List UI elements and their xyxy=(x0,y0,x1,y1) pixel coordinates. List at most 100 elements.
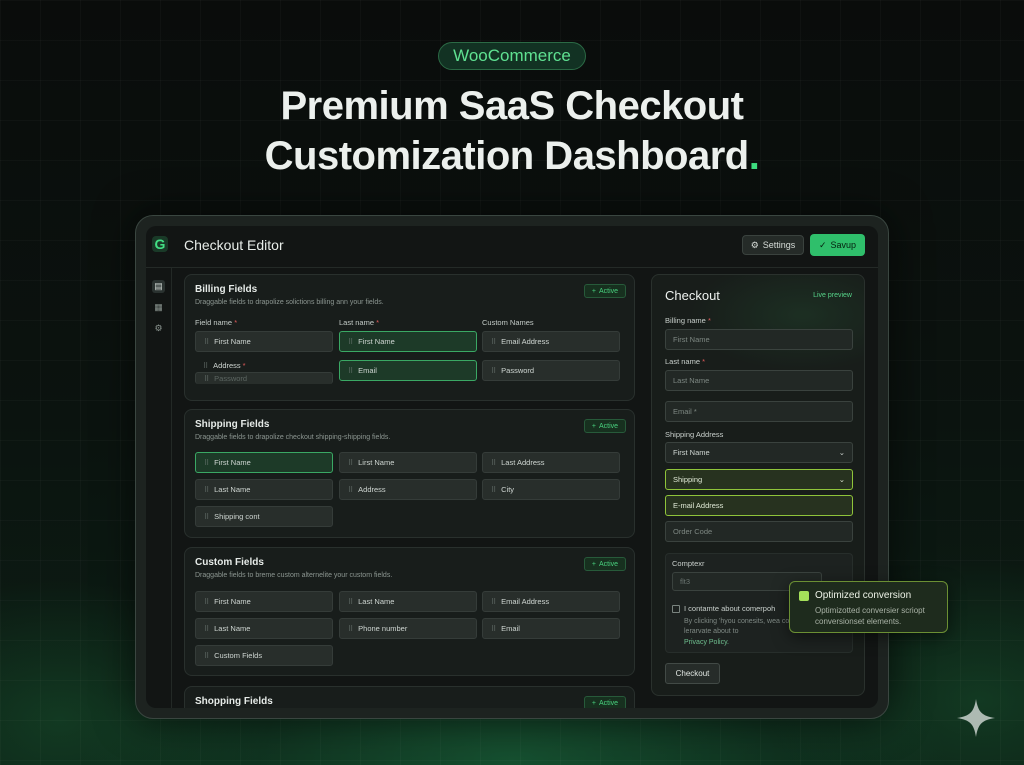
draggable-field[interactable]: ⠿ Custom Fields xyxy=(195,645,333,666)
drag-handle-icon[interactable]: ⠿ xyxy=(204,459,209,467)
hero-title-dot: . xyxy=(748,134,760,178)
drag-handle-icon[interactable]: ⠿ xyxy=(491,367,496,375)
card-title: Custom Fields xyxy=(195,557,264,568)
settings-button[interactable]: ⚙ Settings xyxy=(742,235,804,255)
live-preview-label: Live preview xyxy=(813,292,852,299)
field-label: Phone number xyxy=(358,624,408,633)
draggable-field[interactable]: ⠿ Shipping cont xyxy=(195,506,333,527)
first-name-input[interactable]: First Name xyxy=(665,329,853,350)
required-marker: * xyxy=(234,318,238,327)
draggable-field[interactable]: ⠿ Lirst Name xyxy=(339,452,477,473)
drag-handle-icon[interactable]: ⠿ xyxy=(491,459,496,467)
draggable-field[interactable]: ⠿ Phone number xyxy=(339,618,477,639)
shopping-fields-card: Shopping Fields + Active xyxy=(184,686,635,708)
last-name-input[interactable]: Last Name xyxy=(665,370,853,391)
draggable-field[interactable]: ⠿ Last Name xyxy=(339,591,477,612)
required-marker: * xyxy=(242,361,246,370)
drag-handle-icon[interactable]: ⠿ xyxy=(491,598,496,606)
field-label: Last Name xyxy=(358,597,395,606)
columns-icon[interactable]: ▦ xyxy=(152,301,165,314)
drag-handle-icon[interactable]: ⠿ xyxy=(348,459,353,467)
drag-handle-icon[interactable]: ⠿ xyxy=(491,486,496,494)
draggable-field-ghost[interactable]: ⠿ Password xyxy=(195,372,333,384)
app-logo-icon: G xyxy=(152,236,168,252)
drag-handle-icon[interactable]: ⠿ xyxy=(491,338,496,346)
page-title: Checkout Editor xyxy=(184,237,284,253)
drag-handle-icon[interactable]: ⠿ xyxy=(348,338,353,346)
draggable-field[interactable]: ⠿ Password xyxy=(482,360,620,381)
select-value: First Name xyxy=(673,448,710,457)
field-label: First Name xyxy=(214,458,251,467)
badge-label: Active xyxy=(599,287,619,295)
required-marker: * xyxy=(707,316,711,325)
drag-handle-icon[interactable]: ⠿ xyxy=(204,598,209,606)
draggable-field[interactable]: ⠿ Last Name xyxy=(195,618,333,639)
active-badge[interactable]: + Active xyxy=(584,696,626,708)
email-input[interactable]: Email * xyxy=(665,401,853,422)
field-label: Password xyxy=(501,366,535,375)
billing-name-label: Billing name * xyxy=(665,316,711,325)
active-badge[interactable]: + Active xyxy=(584,557,626,571)
drag-handle-icon[interactable]: ⠿ xyxy=(204,625,209,633)
drag-handle-icon[interactable]: ⠿ xyxy=(204,338,209,346)
checkout-button[interactable]: Checkout xyxy=(665,663,720,684)
shipping-fields-card: Shipping Fields Draggable fields to drap… xyxy=(184,409,635,538)
required-marker: * xyxy=(376,318,380,327)
sidebar: ▤ ▦ ⚙ xyxy=(146,268,172,708)
drag-handle-icon[interactable]: ⠿ xyxy=(348,367,353,375)
shipping-select[interactable]: Shipping ⌄ xyxy=(665,469,853,490)
drag-handle-icon[interactable]: ⠿ xyxy=(348,486,353,494)
draggable-field[interactable]: ⠿ Last Name xyxy=(195,479,333,500)
field-label: Lirst Name xyxy=(358,458,395,467)
field-label: Last Name xyxy=(214,624,251,633)
draggable-field[interactable]: ⠿ First Name xyxy=(195,331,333,352)
consent-checkbox[interactable] xyxy=(672,605,680,613)
field-label: Email xyxy=(501,624,520,633)
draggable-field[interactable]: ⠿ Address xyxy=(339,479,477,500)
drag-handle-icon[interactable]: ⠿ xyxy=(204,513,209,521)
plus-icon: + xyxy=(591,699,597,707)
badge-label: Active xyxy=(599,699,619,707)
drag-handle-icon[interactable]: ⠿ xyxy=(348,625,353,633)
field-label: Email Address xyxy=(501,337,550,346)
draggable-field[interactable]: ⠿ First Name xyxy=(339,331,477,352)
drag-handle-icon[interactable]: ⠿ xyxy=(203,362,208,370)
drag-handle-icon[interactable]: ⠿ xyxy=(204,486,209,494)
card-title: Shipping Fields xyxy=(195,419,270,430)
draggable-field[interactable]: ⠿ First Name xyxy=(195,452,333,473)
tooltip-body: Optimizotted conversier scriopt conversi… xyxy=(815,606,925,626)
chevron-down-icon: ⌄ xyxy=(838,448,845,457)
first-name-select[interactable]: First Name ⌄ xyxy=(665,442,853,463)
column-header: Custom Names xyxy=(482,318,534,327)
consent-text: I contamte about comerpoh xyxy=(684,604,776,613)
gear-icon[interactable]: ⚙ xyxy=(152,322,165,335)
drag-handle-icon[interactable]: ⠿ xyxy=(491,625,496,633)
field-label: First Name xyxy=(214,337,251,346)
active-badge[interactable]: + Active xyxy=(584,419,626,433)
drag-handle-icon[interactable]: ⠿ xyxy=(348,598,353,606)
email-address-input[interactable]: E-mail Address xyxy=(665,495,853,516)
drag-handle-icon: ⠿ xyxy=(204,375,209,383)
draggable-field[interactable]: ⠿ First Name xyxy=(195,591,333,612)
draggable-field[interactable]: ⠿ Email Address xyxy=(482,591,620,612)
select-value: Shipping xyxy=(673,475,703,484)
preview-title: Checkout xyxy=(665,288,720,303)
field-label: Email xyxy=(358,366,377,375)
tooltip-title: Optimized conversion xyxy=(815,590,912,601)
column-header: Field name * xyxy=(195,318,237,327)
column-header-label: Custom Names xyxy=(482,318,534,327)
drag-handle-icon[interactable]: ⠿ xyxy=(204,652,209,660)
privacy-policy-link[interactable]: Privacy Policy. xyxy=(684,639,729,646)
compact-label: Comptexr xyxy=(672,559,705,568)
badge-label: Active xyxy=(599,560,619,568)
active-badge[interactable]: + Active xyxy=(584,284,626,298)
draggable-field[interactable]: ⠿ Email xyxy=(339,360,477,381)
draggable-field[interactable]: ⠿ City xyxy=(482,479,620,500)
order-code-input[interactable]: Order Code xyxy=(665,521,853,542)
draggable-field[interactable]: ⠿ Last Address xyxy=(482,452,620,473)
save-button[interactable]: ✓ Savup xyxy=(810,234,865,256)
draggable-field[interactable]: ⠿ Email xyxy=(482,618,620,639)
sparkle-icon xyxy=(957,699,995,737)
layout-icon[interactable]: ▤ xyxy=(152,280,165,293)
draggable-field[interactable]: ⠿ Email Address xyxy=(482,331,620,352)
